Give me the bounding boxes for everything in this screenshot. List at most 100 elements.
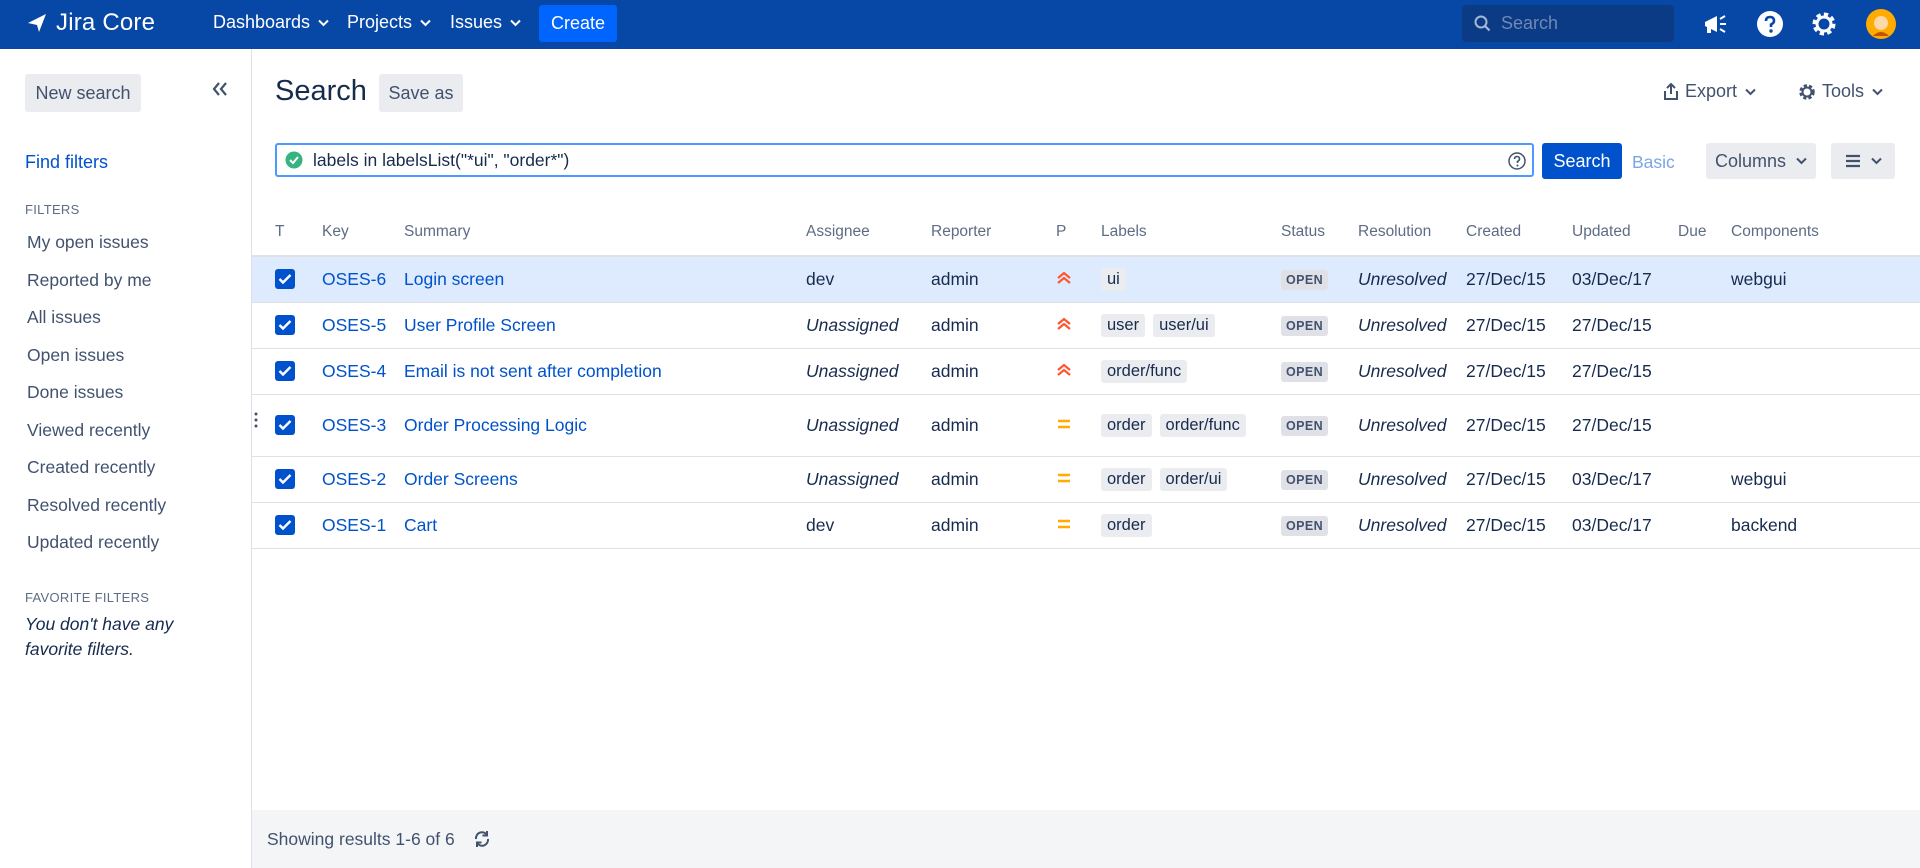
created-cell: 27/Dec/15	[1466, 256, 1572, 303]
column-header-labels[interactable]: Labels	[1101, 209, 1281, 257]
tools-button[interactable]: Tools	[1798, 81, 1889, 102]
column-header-created[interactable]: Created	[1466, 209, 1572, 257]
status-badge: OPEN	[1281, 470, 1329, 490]
collapse-sidebar-icon[interactable]	[212, 82, 228, 96]
table-row[interactable]: OSES-6 Login screen dev admin ui OPEN Unresolv…	[252, 256, 1920, 303]
issue-summary-link[interactable]: User Profile Screen	[404, 315, 556, 335]
label-tag[interactable]: order	[1101, 467, 1152, 491]
resolution-cell: Unresolved	[1358, 302, 1466, 349]
issue-key-link[interactable]: OSES-3	[322, 415, 386, 435]
jira-core-logo[interactable]: Jira Core	[26, 9, 155, 37]
task-type-icon	[275, 515, 295, 535]
chevron-down-icon	[1796, 157, 1807, 165]
label-tag[interactable]: order/ui	[1159, 467, 1228, 491]
filter-my-open-issues[interactable]: My open issues	[27, 232, 149, 253]
updated-cell: 27/Dec/15	[1572, 302, 1678, 349]
status-cell: OPEN	[1281, 256, 1358, 303]
reporter-cell: admin	[931, 502, 1056, 549]
table-row[interactable]: OSES-5 User Profile Screen Unassigned admin…	[252, 302, 1920, 349]
nav-projects[interactable]: Projects	[347, 12, 431, 33]
issue-key-link[interactable]: OSES-1	[322, 515, 386, 535]
column-header-status[interactable]: Status	[1281, 209, 1358, 257]
priority-cell	[1056, 502, 1101, 549]
column-header-key[interactable]: Key	[322, 209, 404, 257]
new-search-button[interactable]: New search	[25, 74, 141, 112]
filter-done-issues[interactable]: Done issues	[27, 382, 123, 403]
table-row[interactable]: OSES-4 Email is not sent after completion…	[252, 348, 1920, 395]
chevron-down-icon	[1872, 88, 1883, 95]
find-filters-link[interactable]: Find filters	[25, 152, 108, 173]
issue-summary-link[interactable]: Login screen	[404, 269, 504, 289]
label-tag[interactable]: order/func	[1159, 413, 1246, 437]
label-tag[interactable]: order/func	[1101, 359, 1188, 383]
global-search-input[interactable]	[1501, 13, 1671, 34]
issue-key-link[interactable]: OSES-5	[322, 315, 386, 335]
column-header-priority[interactable]: P	[1056, 209, 1101, 257]
filter-resolved-recently[interactable]: Resolved recently	[27, 495, 166, 516]
column-header-resolution[interactable]: Resolution	[1358, 209, 1466, 257]
issue-summary-link[interactable]: Order Processing Logic	[404, 415, 587, 435]
issue-summary-link[interactable]: Order Screens	[404, 469, 518, 489]
reporter-cell: admin	[931, 348, 1056, 395]
issue-key-link[interactable]: OSES-4	[322, 361, 386, 381]
issue-key-link[interactable]: OSES-6	[322, 269, 386, 289]
column-header-summary[interactable]: Summary	[404, 209, 806, 257]
labels-cell: ui	[1101, 256, 1281, 303]
updated-cell: 03/Dec/17	[1572, 502, 1678, 549]
filter-all-issues[interactable]: All issues	[27, 307, 101, 328]
assignee-cell: Unassigned	[806, 456, 931, 503]
label-tag[interactable]: order	[1101, 413, 1152, 437]
column-header-assignee[interactable]: Assignee	[806, 209, 931, 257]
layout-switcher-button[interactable]	[1831, 143, 1895, 179]
columns-label: Columns	[1714, 150, 1787, 171]
filter-reported-by-me[interactable]: Reported by me	[27, 270, 152, 291]
table-row[interactable]: OSES-1 Cart dev admin order OPEN Unresolved 27/…	[252, 502, 1920, 549]
basic-mode-link[interactable]: Basic	[1632, 152, 1675, 173]
label-tag[interactable]: order	[1101, 513, 1152, 537]
status-badge: OPEN	[1281, 362, 1329, 382]
settings-icon[interactable]	[1810, 10, 1838, 38]
help-icon[interactable]	[1756, 10, 1784, 38]
jql-query-input[interactable]: labels in labelsList("*ui", "order*")	[275, 143, 1534, 177]
column-header-updated[interactable]: Updated	[1572, 209, 1678, 257]
columns-button[interactable]: Columns	[1706, 143, 1816, 179]
issue-key-link[interactable]: OSES-2	[322, 469, 386, 489]
megaphone-icon[interactable]	[1701, 10, 1729, 38]
page-title: Search	[275, 75, 367, 107]
filter-open-issues[interactable]: Open issues	[27, 345, 124, 366]
issue-summary-link[interactable]: Cart	[404, 515, 437, 535]
nav-dashboards[interactable]: Dashboards	[213, 12, 329, 33]
help-icon[interactable]	[1508, 152, 1526, 170]
key-cell: OSES-2	[322, 456, 404, 503]
column-header-components[interactable]: Components	[1731, 209, 1920, 257]
table-row[interactable]: OSES-3 Order Processing Logic Unassigned ad…	[252, 394, 1920, 457]
favorite-filters-heading: FAVORITE FILTERS	[25, 590, 150, 605]
create-button[interactable]: Create	[539, 5, 617, 42]
issue-rows: OSES-6 Login screen dev admin ui OPEN Unresolv…	[252, 256, 1920, 549]
labels-cell: order/func	[1101, 348, 1281, 395]
filter-created-recently[interactable]: Created recently	[27, 457, 155, 478]
issue-table: T Key Summary Assignee Reporter P Labels…	[252, 209, 1920, 549]
nav-issues[interactable]: Issues	[450, 12, 521, 33]
avatar[interactable]	[1865, 8, 1897, 40]
save-as-button[interactable]: Save as	[379, 74, 463, 112]
priority-cell	[1056, 302, 1101, 349]
issue-summary-link[interactable]: Email is not sent after completion	[404, 361, 662, 381]
task-type-icon	[275, 415, 295, 435]
label-tag[interactable]: ui	[1101, 267, 1126, 291]
label-tag[interactable]: user/ui	[1153, 313, 1215, 337]
column-header-due[interactable]: Due	[1678, 209, 1731, 257]
drag-handle-icon[interactable]	[253, 411, 259, 429]
label-tag[interactable]: user	[1101, 313, 1146, 337]
status-badge: OPEN	[1281, 416, 1329, 436]
column-header-type[interactable]: T	[252, 209, 322, 257]
export-button[interactable]: Export	[1663, 81, 1762, 102]
column-header-reporter[interactable]: Reporter	[931, 209, 1056, 257]
filter-updated-recently[interactable]: Updated recently	[27, 532, 159, 553]
filter-viewed-recently[interactable]: Viewed recently	[27, 420, 150, 441]
refresh-icon[interactable]	[473, 830, 491, 848]
table-row[interactable]: OSES-2 Order Screens Unassigned admin order o…	[252, 456, 1920, 503]
results-footer: Showing results 1-6 of 6	[252, 810, 1920, 868]
key-cell: OSES-5	[322, 302, 404, 349]
search-button[interactable]: Search	[1542, 143, 1622, 179]
